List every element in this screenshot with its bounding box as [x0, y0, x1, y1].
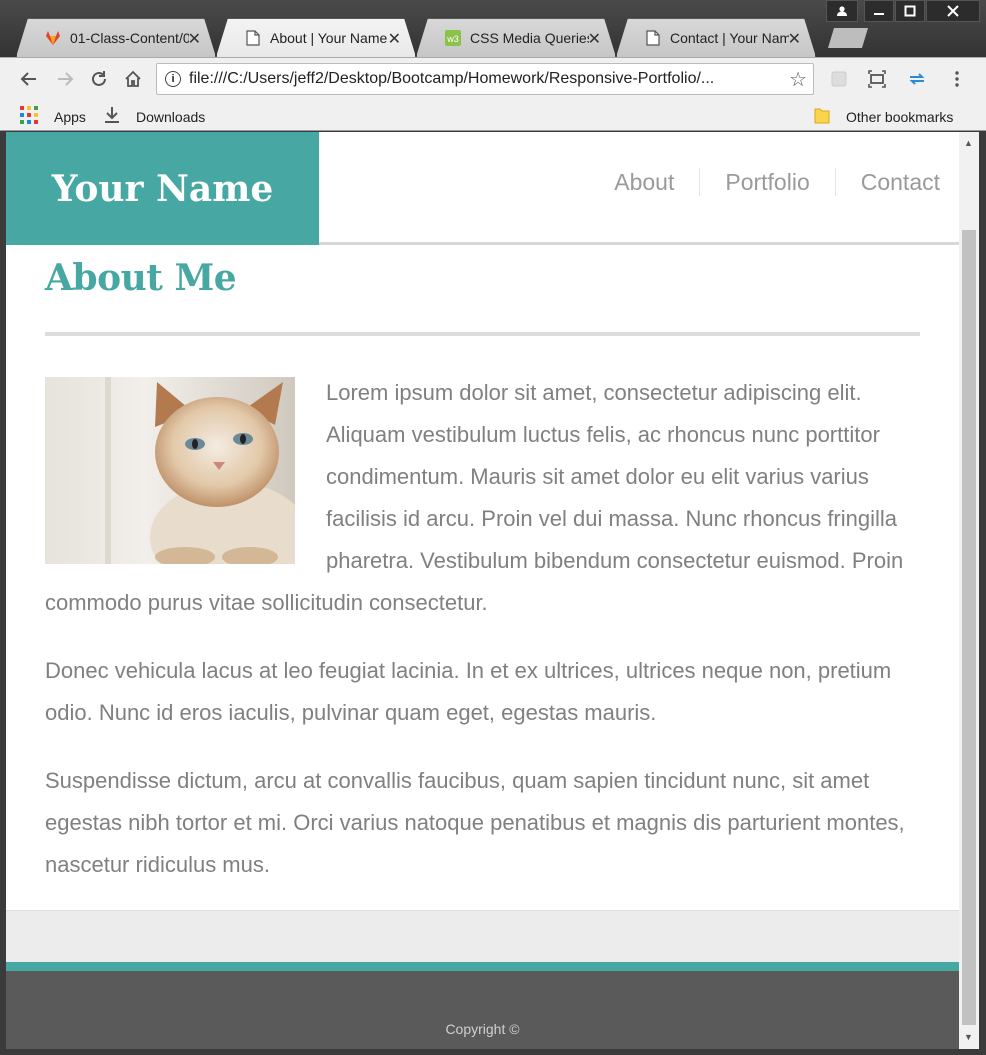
close-icon[interactable]: ✕	[188, 29, 201, 49]
page-scrollbar[interactable]: ▲ ▼	[959, 132, 979, 1049]
scroll-thumb[interactable]	[962, 230, 976, 1025]
paragraph-3: Suspendisse dictum, arcu at convallis fa…	[45, 768, 905, 877]
site-footer: Copyright ©	[6, 971, 959, 1049]
site-header: Your Name About Portfolio Contact	[6, 132, 959, 245]
tab-label: CSS Media Queries	[470, 30, 589, 46]
title-bar: 01-Class-Content/0 ✕ About | Your Name ✕…	[0, 0, 986, 57]
w3schools-icon: w3	[445, 30, 461, 46]
bookmarks-bar: Apps Downloads Other bookmarks	[0, 100, 986, 131]
nav-portfolio-link[interactable]: Portfolio	[699, 168, 834, 196]
bookmark-other-label: Other bookmarks	[846, 108, 954, 125]
heading-divider	[45, 332, 920, 336]
folder-icon	[814, 106, 830, 127]
menu-kebab-icon[interactable]	[944, 66, 970, 92]
tab-label: Contact | Your Nam	[670, 30, 789, 46]
scroll-up-arrow-icon[interactable]: ▲	[964, 138, 973, 148]
url-text: file:///C:/Users/jeff2/Desktop/Bootcamp/…	[189, 70, 715, 87]
tab-contact[interactable]: Contact | Your Nam ✕	[616, 18, 816, 57]
back-arrow-icon[interactable]	[16, 66, 42, 92]
home-icon[interactable]	[120, 66, 146, 92]
apps-grid-icon	[20, 106, 38, 127]
page-icon	[645, 30, 661, 46]
close-icon[interactable]: ✕	[788, 29, 801, 49]
about-body: Lorem ipsum dolor sit amet, consectetur …	[45, 372, 920, 886]
address-bar[interactable]: i file:///C:/Users/jeff2/Desktop/Bootcam…	[156, 63, 814, 95]
tab-css-media-queries[interactable]: w3 CSS Media Queries ✕	[416, 18, 616, 57]
site-logo[interactable]: Your Name	[6, 132, 319, 245]
close-icon[interactable]: ✕	[388, 29, 401, 49]
bookmark-downloads-label: Downloads	[136, 108, 206, 125]
tab-about[interactable]: About | Your Name ✕	[216, 18, 416, 57]
reload-icon[interactable]	[86, 66, 112, 92]
svg-text:w3: w3	[446, 34, 459, 44]
page-icon	[245, 30, 261, 46]
gitlab-icon	[45, 30, 61, 46]
nav-about-link[interactable]: About	[589, 168, 699, 196]
copyright-text: Copyright ©	[445, 1021, 520, 1037]
browser-toolbar: i file:///C:/Users/jeff2/Desktop/Bootcam…	[0, 57, 986, 100]
bookmark-downloads[interactable]: Downloads	[104, 106, 205, 127]
nav-contact-link[interactable]: Contact	[834, 168, 940, 196]
profile-icon[interactable]	[826, 0, 858, 22]
new-tab-button[interactable]	[828, 28, 868, 48]
close-window-button[interactable]	[926, 0, 980, 22]
close-icon[interactable]: ✕	[588, 29, 601, 49]
footer-texture	[6, 910, 959, 962]
maximize-button[interactable]	[895, 0, 925, 22]
bookmark-apps-label: Apps	[54, 108, 86, 125]
page-heading: About Me	[45, 257, 237, 299]
minimize-button[interactable]	[864, 0, 894, 22]
page-viewport: Your Name About Portfolio Contact About …	[6, 132, 959, 1049]
tab-gitlab[interactable]: 01-Class-Content/0 ✕	[16, 18, 216, 57]
main-content: About Me Lorem ipsum dolor sit amet, con…	[45, 245, 920, 912]
bookmark-apps[interactable]: Apps	[20, 106, 86, 127]
bookmark-star-icon[interactable]: ☆	[789, 67, 807, 92]
bookmark-other[interactable]: Other bookmarks	[814, 106, 953, 127]
screenshot-icon[interactable]	[864, 66, 890, 92]
tab-label: About | Your Name	[270, 30, 388, 46]
tab-label: 01-Class-Content/0	[70, 30, 189, 46]
download-icon	[104, 106, 120, 127]
sync-arrows-icon[interactable]	[904, 66, 930, 92]
extension-icon[interactable]	[826, 66, 852, 92]
footer-accent-stripe	[6, 962, 959, 971]
cat-photo	[45, 377, 295, 564]
paragraph-2: Donec vehicula lacus at leo feugiat laci…	[45, 658, 892, 725]
site-nav: About Portfolio Contact	[589, 168, 940, 196]
forward-arrow-icon[interactable]	[52, 66, 78, 92]
scroll-down-arrow-icon[interactable]: ▼	[964, 1032, 973, 1042]
info-icon[interactable]: i	[165, 71, 181, 87]
